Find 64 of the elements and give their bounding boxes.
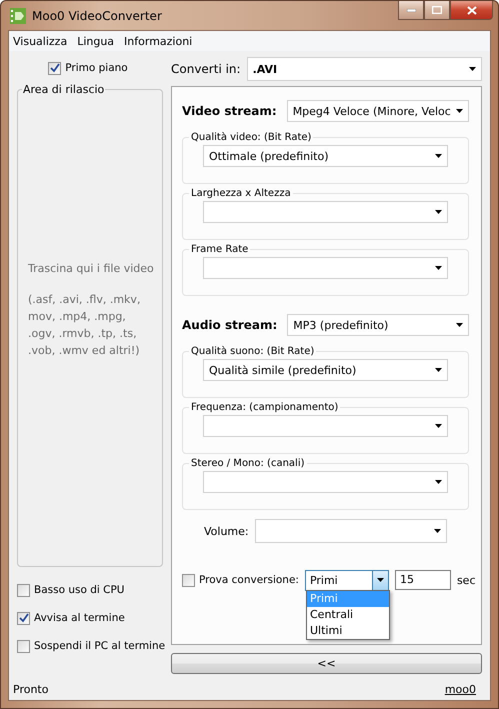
dropdown-arrow-icon <box>469 67 476 71</box>
dropdown[interactable] <box>203 415 448 437</box>
group-label: Frame Rate <box>190 244 250 255</box>
dropdown-arrow-icon <box>435 210 442 214</box>
supported-formats: (.asf, .avi, .flv, .mkv, mov, .mp4, .mpg, .ogv, .rmvb, .tp, .ts, .vob, .wmv ed altri!) <box>28 292 142 359</box>
website-link[interactable]: moo0 <box>444 682 476 696</box>
menu-item[interactable]: Visualizza <box>13 34 68 48</box>
video-stream-label: Video stream: <box>182 104 277 118</box>
checkbox[interactable] <box>17 612 30 624</box>
window-title: Moo0 VideoConverter <box>32 8 162 22</box>
checkbox-label: Prova conversione: <box>199 574 299 586</box>
convert-to-label: Converti in: <box>171 62 241 76</box>
drop-hint: Trascina qui i file video <box>28 261 154 277</box>
dropdown-arrow-icon <box>376 578 384 582</box>
status-text: Pronto <box>13 682 48 696</box>
seconds-field[interactable]: 15 <box>394 570 451 590</box>
dropdown-arrow-icon <box>434 529 441 533</box>
audio-codec-dropdown[interactable]: MP3 (predefinito) <box>287 314 469 336</box>
dropdown-option[interactable]: Ultimi <box>307 623 389 639</box>
app-icon <box>10 8 26 24</box>
group-label: Qualità suono: (Bit Rate) <box>190 346 316 357</box>
close-icon <box>466 6 476 14</box>
group-label: Frequenza: (campionamento) <box>190 402 340 413</box>
drop-area-title: Area di rilascio <box>22 83 106 96</box>
dropdown-option[interactable]: Centrali <box>307 607 389 623</box>
minimize-button[interactable] <box>398 1 424 20</box>
dropdown[interactable]: Ottimale (predefinito) <box>203 145 448 167</box>
seconds-unit: sec <box>456 574 476 586</box>
dropdown-arrow-icon <box>456 323 463 327</box>
minimize-icon <box>406 8 416 12</box>
dropdown[interactable] <box>203 201 448 223</box>
dropdown-arrow-icon <box>456 109 463 113</box>
dropdown-arrow-icon <box>435 480 442 484</box>
checkbox[interactable] <box>17 584 30 596</box>
audio-stream-label: Audio stream: <box>182 318 278 332</box>
dropdown[interactable]: Qualità simile (predefinito) <box>203 359 448 381</box>
checkbox-label: Avvisa al termine <box>34 612 125 624</box>
checkbox[interactable] <box>17 640 30 652</box>
drop-area[interactable]: Area di rilascio Trascina qui i file video (.asf, .avi, .flv, .mkv, mov, .mp4, .mpg, .ogv, .rmvb, .tp, .ts, .vob, .wmv ed altri!) <box>17 83 163 567</box>
video-codec-dropdown[interactable]: Mpeg4 Veloce (Minore, Veloc <box>286 100 469 122</box>
dropdown-arrow-icon <box>435 424 442 428</box>
test-part-dropdown[interactable]: Primi <box>304 570 389 590</box>
group-label: Larghezza x Altezza <box>190 188 292 199</box>
maximize-icon <box>432 6 442 14</box>
dropdown-arrow-icon <box>435 154 442 158</box>
checkbox-label: Primo piano <box>65 62 128 74</box>
volume-label: Volume: <box>204 524 249 538</box>
close-button[interactable] <box>450 1 493 20</box>
group-label: Stereo / Mono: (canali) <box>190 458 306 469</box>
dropdown[interactable] <box>203 471 448 493</box>
checkbox-label: Basso uso di CPU <box>34 584 124 596</box>
dropdown-arrow-icon <box>435 266 442 270</box>
menu-item[interactable]: Informazioni <box>124 34 192 48</box>
menu-item[interactable]: Lingua <box>77 34 114 48</box>
volume-dropdown[interactable] <box>254 519 447 543</box>
dropdown-arrow-icon <box>435 368 442 372</box>
format-dropdown[interactable]: .AVI <box>246 57 482 81</box>
group-label: Qualità video: (Bit Rate) <box>190 132 312 143</box>
checkbox[interactable] <box>48 62 62 74</box>
maximize-button[interactable] <box>424 1 450 20</box>
convert-button[interactable]: << <box>171 653 482 674</box>
checkbox[interactable] <box>182 574 195 586</box>
checkbox-label: Sospendi il PC al termine <box>34 640 166 652</box>
dropdown[interactable] <box>203 257 448 279</box>
